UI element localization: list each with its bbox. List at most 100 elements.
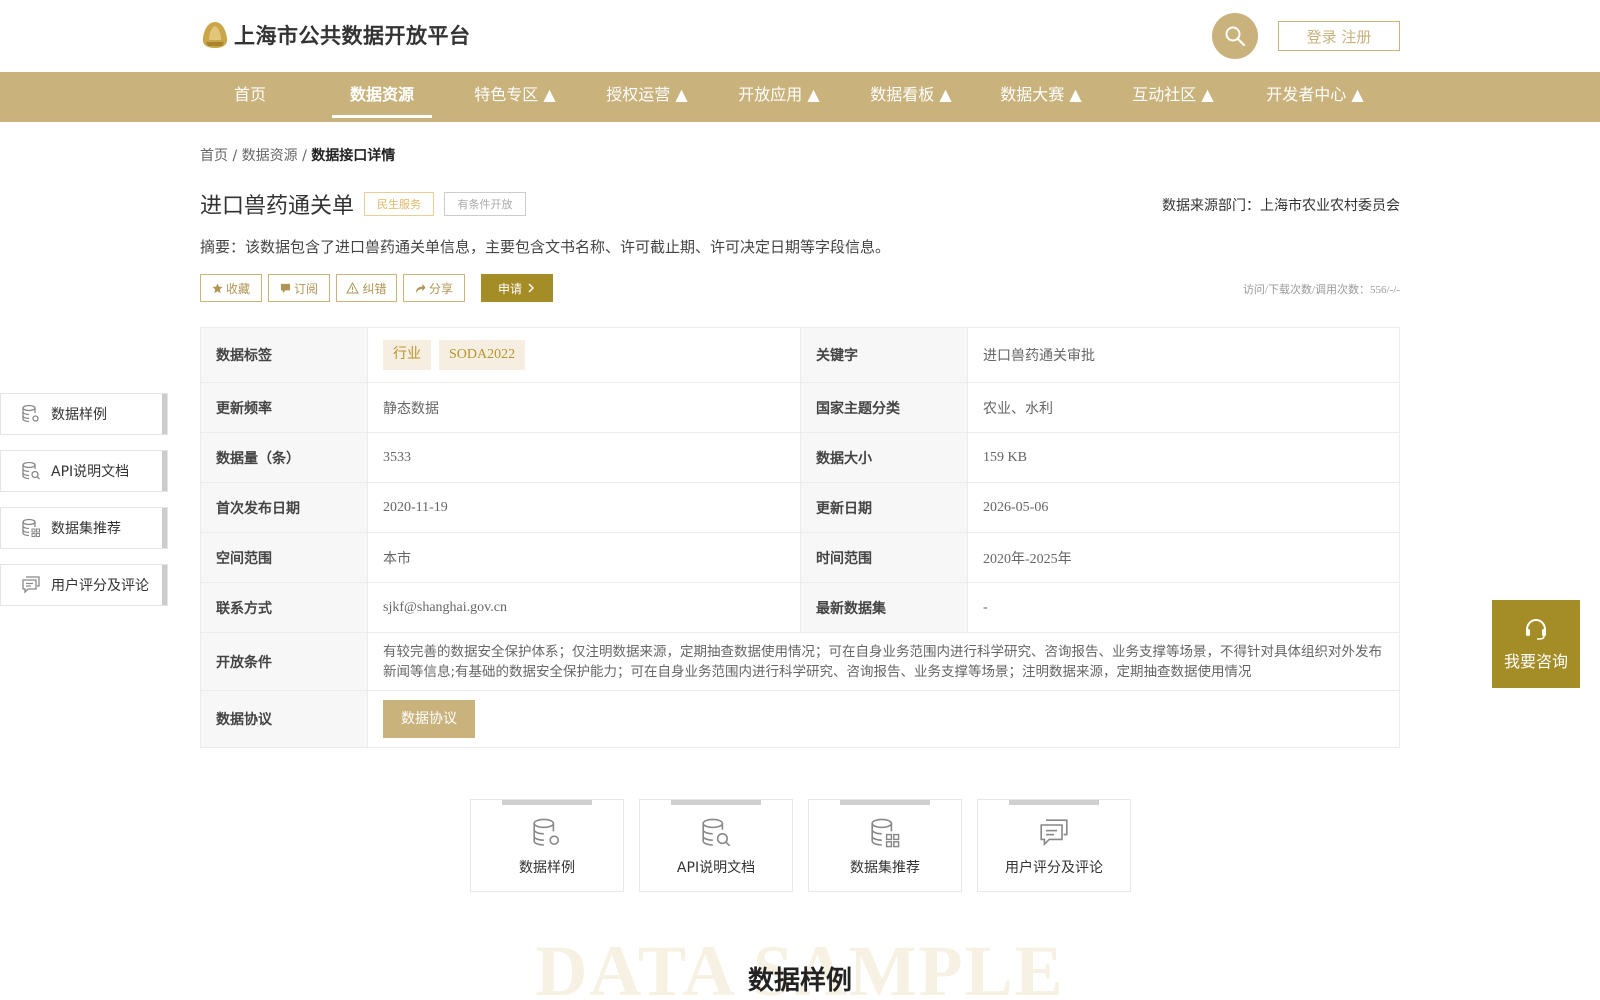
- open-type-tag: 有条件开放: [444, 192, 526, 216]
- nav-item-open-apps[interactable]: 开放应用 ▲: [724, 72, 834, 122]
- subscribe-label: 订阅: [293, 281, 318, 296]
- value-update-frequency: 静态数据: [367, 382, 801, 433]
- source-department: 数据来源部门：上海市农业农村委员会: [1162, 198, 1400, 214]
- nav-item-home[interactable]: 首页: [200, 72, 300, 122]
- nav-item-community[interactable]: 互动社区 ▲: [1118, 72, 1228, 122]
- card-label: 数据样例: [519, 860, 575, 876]
- consult-label: 我要咨询: [1503, 652, 1568, 671]
- favorite-label: 收藏: [225, 281, 250, 296]
- card-indicator: [1009, 800, 1099, 805]
- favorite-button[interactable]: 收藏: [200, 274, 262, 302]
- search-button[interactable]: [1212, 13, 1258, 59]
- value-contact: sjkf@shanghai.gov.cn: [367, 582, 801, 633]
- card-data-sample[interactable]: 数据样例: [470, 799, 624, 892]
- value-keyword: 进口兽药通关审批: [967, 327, 1400, 383]
- value-update-date: 2026-05-06: [967, 482, 1400, 533]
- comment-icon: [1040, 819, 1068, 847]
- bookmark-icon: [280, 283, 291, 293]
- database-search-icon: [22, 461, 40, 480]
- value-record-count: 3533: [367, 432, 801, 483]
- nav-item-developer[interactable]: 开发者中心 ▲: [1250, 72, 1380, 122]
- table-row: 数据协议 数据协议: [200, 690, 1400, 748]
- share-label: 分享: [428, 281, 453, 296]
- label-record-count: 数据量（条）: [200, 432, 368, 483]
- label-theme: 国家主题分类: [800, 382, 968, 433]
- side-nav-label: 用户评分及评论: [51, 578, 149, 594]
- value-first-release: 2020-11-19: [367, 482, 801, 533]
- label-open-conditions: 开放条件: [200, 632, 368, 691]
- report-error-button[interactable]: 纠错: [336, 274, 397, 302]
- comment-icon: [22, 576, 40, 594]
- side-nav-data-sample[interactable]: 数据样例: [0, 393, 168, 435]
- search-icon: [1225, 26, 1246, 47]
- value-spatial-range: 本市: [367, 532, 801, 583]
- site-header: 上海市公共数据开放平台 登录 注册: [0, 0, 1600, 72]
- table-row: 更新频率 静态数据 国家主题分类 农业、水利: [200, 382, 1400, 433]
- nav-item-special-zone[interactable]: 特色专区 ▲: [460, 72, 570, 122]
- value-latest-dataset[interactable]: -: [967, 582, 1400, 633]
- breadcrumb-data-resource[interactable]: 数据资源: [242, 148, 298, 164]
- label-keyword: 关键字: [800, 327, 968, 383]
- card-label: API说明文档: [676, 860, 756, 876]
- apply-button[interactable]: 申请: [481, 274, 553, 302]
- database-gear-icon: [22, 404, 39, 423]
- warning-icon: [346, 282, 360, 294]
- label-update-date: 更新日期: [800, 482, 968, 533]
- data-agreement-button[interactable]: 数据协议: [383, 700, 475, 738]
- consult-button[interactable]: 我要咨询: [1492, 600, 1580, 688]
- side-nav-user-review[interactable]: 用户评分及评论: [0, 564, 168, 606]
- card-dataset-recommend[interactable]: 数据集推荐: [808, 799, 962, 892]
- value-data-agreement: 数据协议: [367, 690, 1400, 748]
- label-time-range: 时间范围: [800, 532, 968, 583]
- page-title: 进口兽药通关单: [200, 194, 355, 219]
- value-open-conditions: 有较完善的数据安全保护体系；仅注明数据来源，定期抽查数据使用情况；可在自身业务范…: [367, 632, 1400, 691]
- service-tag: 民生服务: [364, 192, 434, 216]
- side-nav-api-doc[interactable]: API说明文档: [0, 450, 168, 492]
- section-title: 数据样例: [747, 966, 852, 996]
- breadcrumb-separator: /: [297, 148, 312, 164]
- nav-item-data-dashboard[interactable]: 数据看板 ▲: [856, 72, 966, 122]
- side-nav-label: 数据集推荐: [51, 521, 121, 537]
- card-indicator: [502, 800, 592, 805]
- table-row: 空间范围 本市 时间范围 2020年-2025年: [200, 532, 1400, 583]
- subscribe-button[interactable]: 订阅: [268, 274, 330, 302]
- label-latest-dataset: 最新数据集: [800, 582, 968, 633]
- breadcrumb-current: 数据接口详情: [311, 148, 396, 164]
- login-register-button[interactable]: 登录 注册: [1278, 21, 1400, 51]
- database-grid-icon: [22, 518, 40, 537]
- card-label: 数据集推荐: [850, 860, 920, 876]
- site-title: 上海市公共数据开放平台: [234, 24, 471, 48]
- table-row: 数据量（条） 3533 数据大小 159 KB: [200, 432, 1400, 483]
- side-nav-label: 数据样例: [51, 407, 107, 423]
- nav-item-data-resource[interactable]: 数据资源: [332, 72, 432, 122]
- label-first-release: 首次发布日期: [200, 482, 368, 533]
- card-api-doc[interactable]: API说明文档: [639, 799, 793, 892]
- card-indicator: [671, 800, 761, 805]
- share-button[interactable]: 分享: [403, 274, 465, 302]
- nav-item-authorized-ops[interactable]: 授权运营 ▲: [592, 72, 702, 122]
- value-time-range: 2020年-2025年: [967, 532, 1400, 583]
- label-update-frequency: 更新频率: [200, 382, 368, 433]
- breadcrumb-separator: /: [228, 148, 242, 164]
- nav-item-data-contest[interactable]: 数据大赛 ▲: [986, 72, 1096, 122]
- main-nav: 首页 数据资源 特色专区 ▲ 授权运营 ▲ 开放应用 ▲ 数据看板 ▲ 数据大赛…: [0, 72, 1600, 122]
- share-icon: [415, 283, 426, 293]
- access-counts: 访问/下载次数/调用次数：556/-/-: [1242, 284, 1400, 296]
- breadcrumb-home[interactable]: 首页: [200, 148, 228, 164]
- card-user-review[interactable]: 用户评分及评论: [977, 799, 1131, 892]
- logo-icon: [202, 22, 228, 48]
- apply-label: 申请: [497, 281, 522, 296]
- data-tag-chip[interactable]: SODA2022: [439, 340, 526, 370]
- site-logo[interactable]: 上海市公共数据开放平台: [200, 20, 471, 50]
- headset-icon: [1526, 618, 1546, 640]
- data-tag-chip[interactable]: 行业: [383, 340, 431, 370]
- star-icon: [212, 282, 223, 293]
- side-nav-label: API说明文档: [51, 464, 130, 480]
- table-row: 开放条件 有较完善的数据安全保护体系；仅注明数据来源，定期抽查数据使用情况；可在…: [200, 632, 1400, 691]
- side-nav-dataset-recommend[interactable]: 数据集推荐: [0, 507, 168, 549]
- value-theme: 农业、水利: [967, 382, 1400, 433]
- database-search-icon: [702, 818, 731, 847]
- label-data-size: 数据大小: [800, 432, 968, 483]
- table-row: 联系方式 sjkf@shanghai.gov.cn 最新数据集 -: [200, 582, 1400, 633]
- table-row: 首次发布日期 2020-11-19 更新日期 2026-05-06: [200, 482, 1400, 533]
